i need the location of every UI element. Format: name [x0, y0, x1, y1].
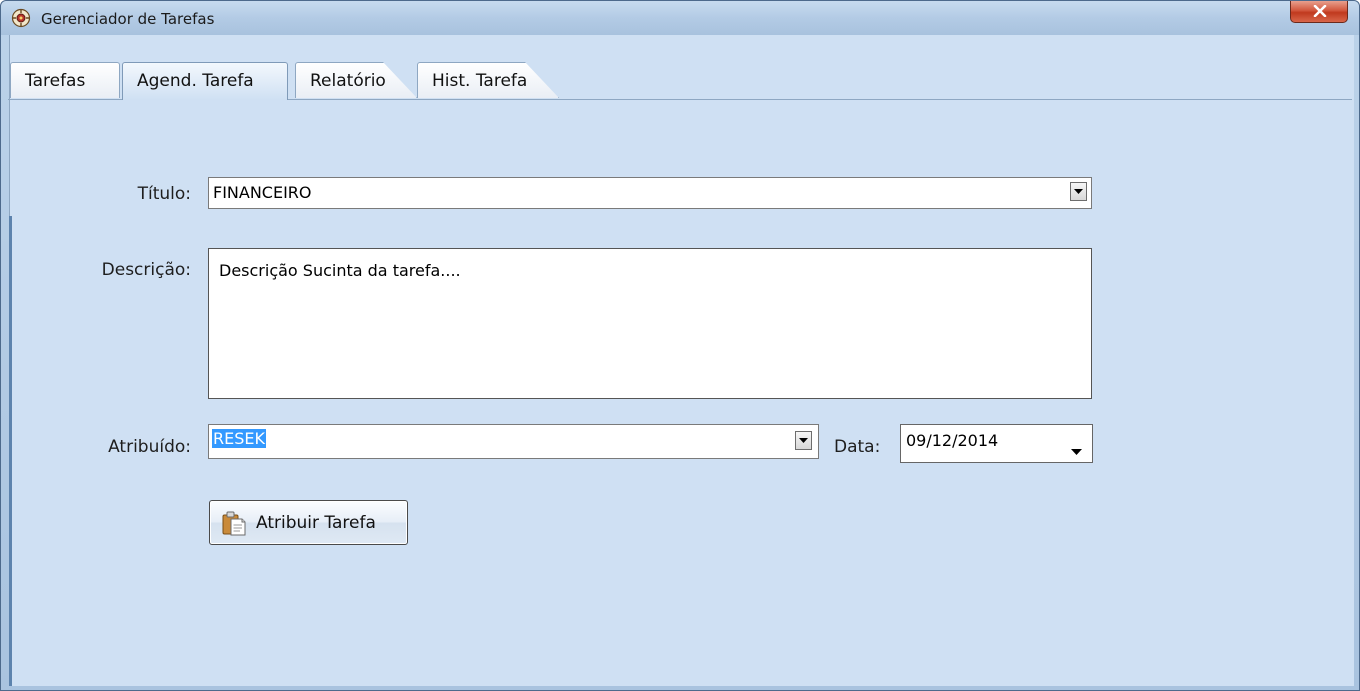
atribuido-value: RESEK — [212, 429, 266, 448]
panel-left-edge — [9, 216, 12, 686]
tab-strip: Tarefas Agend. Tarefa Relatório Hist. Ta… — [0, 62, 1344, 100]
titulo-dropdown-button[interactable] — [1070, 182, 1087, 201]
atribuido-dropdown-button[interactable] — [795, 431, 812, 450]
descricao-value: Descrição Sucinta da tarefa.... — [219, 261, 461, 280]
date-picker[interactable]: 09/12/2014 — [900, 424, 1093, 463]
atribuido-label: Atribuído: — [108, 437, 191, 457]
chevron-down-icon — [799, 438, 808, 443]
tab-hist-tarefa[interactable]: Hist. Tarefa — [417, 62, 559, 98]
titulo-label: Título: — [137, 184, 191, 204]
clipboard-icon — [221, 510, 247, 541]
atribuido-combobox[interactable]: RESEK — [208, 424, 819, 459]
chevron-down-icon — [1074, 189, 1083, 194]
data-label: Data: — [834, 437, 881, 457]
title-bar[interactable]: Gerenciador de Tarefas — [1, 1, 1359, 35]
chevron-down-icon[interactable] — [1071, 440, 1082, 459]
descricao-label: Descrição: — [101, 260, 191, 280]
titulo-combobox[interactable]: FINANCEIRO — [208, 177, 1092, 209]
task-manager-icon — [11, 8, 31, 28]
close-icon — [1313, 5, 1327, 17]
tab-tarefas[interactable]: Tarefas — [10, 62, 120, 98]
descricao-textarea[interactable]: Descrição Sucinta da tarefa.... — [208, 248, 1092, 399]
tab-relatorio[interactable]: Relatório — [295, 62, 417, 98]
titulo-value: FINANCEIRO — [213, 183, 312, 202]
date-value: 09/12/2014 — [906, 431, 999, 450]
atribuir-tarefa-button[interactable]: Atribuir Tarefa — [209, 500, 408, 545]
tab-agend-tarefa[interactable]: Agend. Tarefa — [122, 62, 288, 100]
window-title: Gerenciador de Tarefas — [41, 10, 215, 28]
atribuir-tarefa-label: Atribuir Tarefa — [256, 513, 376, 533]
close-button[interactable] — [1290, 1, 1348, 23]
